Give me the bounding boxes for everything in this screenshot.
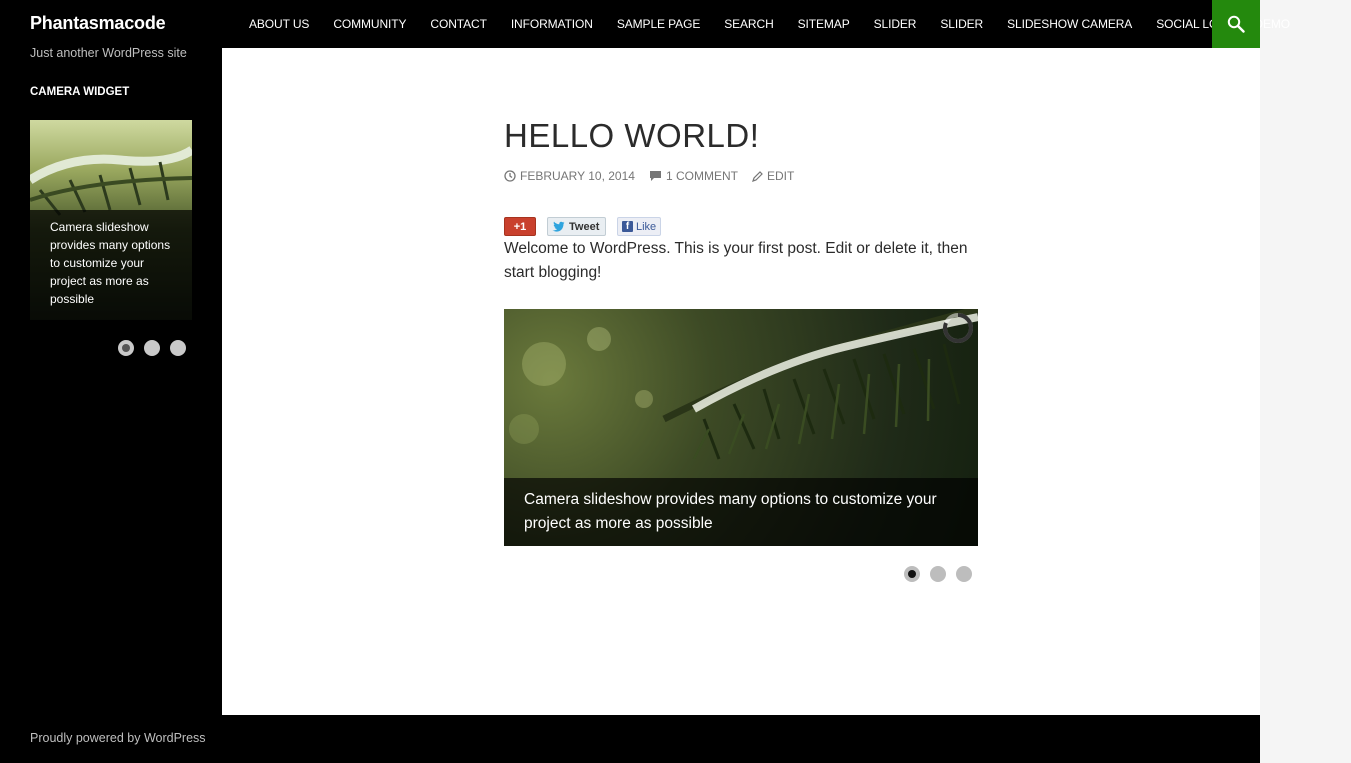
- nav-item-community[interactable]: COMMUNITY: [321, 0, 418, 48]
- nav-item-slideshow-camera[interactable]: SLIDESHOW CAMERA: [995, 0, 1144, 48]
- edit-link[interactable]: EDIT: [752, 169, 794, 183]
- nav-item-about-us[interactable]: ABOUT US: [237, 0, 321, 48]
- twitter-bird-icon: [552, 221, 565, 232]
- widget-pager-dot-2[interactable]: [144, 340, 160, 356]
- comments-count: 1 COMMENT: [665, 169, 738, 183]
- pencil-icon: [752, 170, 763, 182]
- nav-item-contact[interactable]: CONTACT: [418, 0, 498, 48]
- nav-item-information[interactable]: INFORMATION: [499, 0, 605, 48]
- post-pager-dot-2[interactable]: [930, 566, 946, 582]
- comments-link[interactable]: 1 COMMENT: [649, 169, 738, 183]
- widget-title: CAMERA WIDGET: [30, 86, 130, 98]
- post-pager-dot-1[interactable]: [904, 566, 920, 582]
- nav-item-sample-page[interactable]: SAMPLE PAGE: [605, 0, 712, 48]
- widget-slide-caption: Camera slideshow provides many options t…: [30, 210, 192, 320]
- search-toggle-button[interactable]: [1212, 0, 1260, 48]
- tweet-button[interactable]: Tweet: [547, 217, 606, 236]
- search-icon: [1227, 15, 1245, 33]
- post-date-link[interactable]: FEBRUARY 10, 2014: [504, 169, 635, 183]
- google-plus-label: +1: [513, 220, 527, 233]
- main-content: HELLO WORLD! FEBRUARY 10, 2014 1 COMMENT: [222, 48, 1260, 715]
- clock-icon: [504, 170, 516, 182]
- footer-credit-link[interactable]: Proudly powered by WordPress: [30, 731, 206, 745]
- post-pager-dot-3[interactable]: [956, 566, 972, 582]
- google-plus-button[interactable]: +1: [504, 217, 536, 236]
- post-slideshow[interactable]: Camera slideshow provides many options t…: [504, 309, 978, 546]
- widget-pager-dot-3[interactable]: [170, 340, 186, 356]
- post-slide-caption: Camera slideshow provides many options t…: [504, 478, 978, 546]
- like-label: Like: [636, 220, 657, 233]
- widget-slider-pager: [118, 340, 186, 356]
- post-title[interactable]: HELLO WORLD!: [504, 117, 759, 155]
- comment-icon: [649, 171, 661, 181]
- widget-pager-dot-1[interactable]: [118, 340, 134, 356]
- facebook-like-button[interactable]: f Like: [617, 217, 661, 236]
- site: Phantasmacode Just another WordPress sit…: [0, 0, 1290, 763]
- widget-slideshow[interactable]: Camera slideshow provides many options t…: [30, 120, 192, 320]
- post-body: Welcome to WordPress. This is your first…: [504, 240, 968, 281]
- nav-item-sitemap[interactable]: SITEMAP: [786, 0, 862, 48]
- post-slider-pager: [904, 566, 972, 582]
- site-tagline: Just another WordPress site: [30, 46, 187, 60]
- primary-nav: ABOUT US COMMUNITY CONTACT INFORMATION S…: [237, 0, 1302, 48]
- post-date: FEBRUARY 10, 2014: [520, 169, 635, 183]
- nav-item-slider-2[interactable]: SLIDER: [928, 0, 995, 48]
- post-meta: FEBRUARY 10, 2014 1 COMMENT EDIT: [504, 169, 808, 183]
- nav-item-slider[interactable]: SLIDER: [862, 0, 929, 48]
- nav-item-search[interactable]: SEARCH: [712, 0, 785, 48]
- site-title[interactable]: Phantasmacode: [30, 13, 166, 34]
- tweet-label: Tweet: [569, 220, 600, 233]
- loading-spinner-icon: [943, 313, 973, 343]
- edit-label: EDIT: [766, 169, 795, 183]
- social-share-bar: +1 Tweet f Like: [504, 217, 661, 236]
- facebook-f-icon: f: [622, 221, 633, 232]
